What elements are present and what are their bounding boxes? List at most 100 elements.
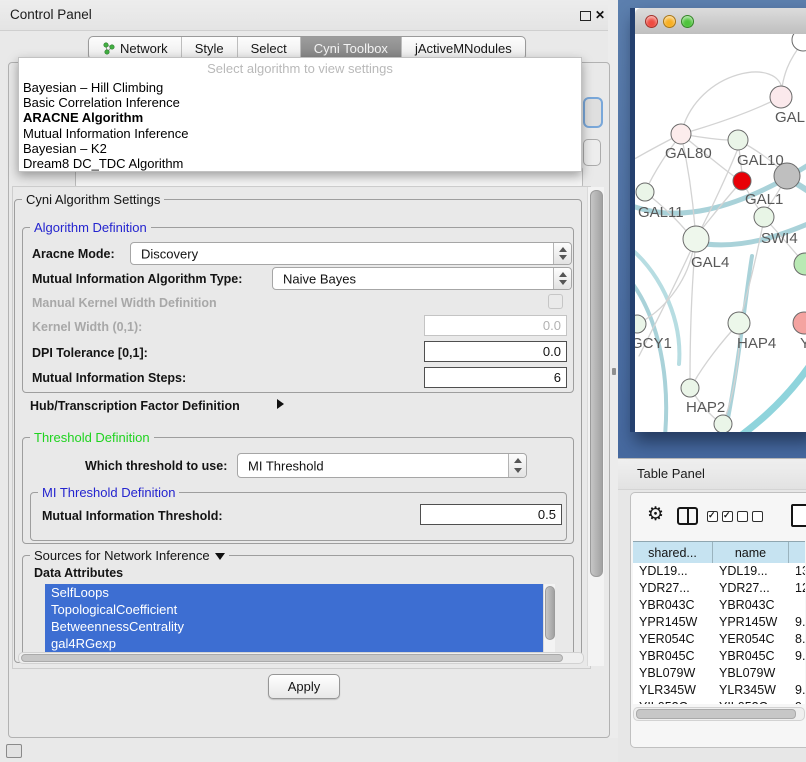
node-y[interactable] [793,312,806,334]
node-gal[interactable] [770,86,792,108]
node-label-gal11: GAL11 [638,204,684,221]
node-gal80[interactable] [671,124,691,144]
settings-vertical-scrollbar-thumb[interactable] [590,190,603,577]
manual-kernel-width-checkbox[interactable] [548,294,563,309]
node-gal4[interactable] [683,226,709,252]
network-node[interactable] [714,415,732,432]
column-header-a[interactable]: A [789,542,805,564]
which-threshold-value: MI Threshold [248,458,324,473]
attributes-list-scrollbar-thumb[interactable] [545,586,555,640]
stepper-arrows-icon[interactable] [553,268,571,289]
table-cell: YBR045C [633,648,713,665]
document-icon[interactable] [791,504,806,527]
select-all-checkboxes-icon[interactable] [707,511,737,529]
stepper-arrows-icon[interactable] [508,454,526,477]
column-header-shared[interactable]: shared... [633,542,713,564]
table-cell: YIL052C [633,699,713,704]
kernel-width-input[interactable] [424,315,567,336]
network-window-titlebar[interactable] [635,8,806,35]
float-window-icon[interactable] [580,11,591,21]
mi-algorithm-type-select[interactable]: Naive Bayes [272,267,572,290]
table-horizontal-scrollbar-thumb[interactable] [636,709,796,719]
node-label-gcy1: GCY1 [635,335,672,352]
zoom-traffic-light[interactable] [681,15,694,28]
table-cell: 13 [789,563,805,580]
close-traffic-light[interactable] [645,15,658,28]
splitter-handle-icon[interactable] [612,368,616,375]
tab-network[interactable]: Network [89,37,182,59]
settings-horizontal-scrollbar[interactable] [18,652,584,664]
table-row[interactable]: YDR27...YDR27...12 [633,580,805,597]
minimize-traffic-light[interactable] [663,15,676,28]
network-canvas-svg: GALGAL80GAL10GAL1GAL11SWI4GAL4GCY1HAP4YH… [635,34,806,432]
attribute-betweennesscentrality[interactable]: BetweennessCentrality [45,618,543,635]
table-cell: YBL079W [633,665,713,682]
table-row[interactable]: YER054CYER054C8. [633,631,805,648]
network-node[interactable] [794,253,806,275]
table-row[interactable]: YLR345WYLR345W9. [633,682,805,699]
node-gal10[interactable] [728,130,748,150]
network-view-window[interactable]: GALGAL80GAL10GAL1GAL11SWI4GAL4GCY1HAP4YH… [630,8,806,432]
table-row[interactable]: YDL19...YDL19...13 [633,563,805,580]
attributes-list-scrollbar[interactable] [543,584,555,656]
table-row[interactable]: YBL079WYBL079W [633,665,805,682]
node-gal1[interactable] [733,172,751,190]
algorithm-option-aracne-algorithm[interactable]: ARACNE Algorithm [23,110,577,125]
algorithm-option-mutual-information-inference[interactable]: Mutual Information Inference [23,126,577,141]
table-row[interactable]: YBR045CYBR045C9. [633,648,805,665]
data-attributes-list[interactable]: SelfLoopsTopologicalCoefficientBetweenne… [45,584,543,656]
attribute-selfloops[interactable]: SelfLoops [45,584,543,601]
sources-title: Sources for Network Inference [30,548,229,563]
node-hap2[interactable] [681,379,699,397]
close-panel-icon[interactable]: ✕ [595,8,605,22]
algorithm-option-basic-correlation-inference[interactable]: Basic Correlation Inference [23,95,577,110]
network-node[interactable] [792,34,806,51]
attribute-topologicalcoefficient[interactable]: TopologicalCoefficient [45,601,543,618]
node-swi4[interactable] [754,207,774,227]
table-cell: YDL19... [633,563,713,580]
table-row[interactable]: YBR043CYBR043C [633,597,805,614]
node-gal11[interactable] [636,183,654,201]
apply-button[interactable]: Apply [268,674,340,699]
mi-threshold-input[interactable] [420,504,562,525]
table-cell: YBR045C [713,648,789,665]
tab-jactivemnodules[interactable]: jActiveMNodules [402,37,525,59]
settings-horizontal-scrollbar-thumb[interactable] [21,654,563,662]
column-header-name[interactable]: name [713,542,789,564]
settings-vertical-scrollbar[interactable] [587,187,604,666]
algorithm-option-bayesian-k2[interactable]: Bayesian – K2 [23,141,577,156]
stepper-arrows-icon[interactable] [553,243,571,264]
table-row[interactable]: YIL052CYIL052C9 [633,699,805,704]
table-panel-titlebar[interactable]: Table Panel [618,458,806,490]
control-panel-titlebar[interactable]: Control Panel ✕ [0,0,612,31]
table-cell: YDL19... [713,563,789,580]
node-label-gal1: GAL1 [745,191,783,208]
which-threshold-select[interactable]: MI Threshold [237,453,527,478]
deselect-all-checkboxes-icon[interactable] [737,511,767,529]
data-attributes-label: Data Attributes [34,566,123,580]
collapse-arrow-icon[interactable] [215,553,225,560]
table-cell: 9. [789,682,805,699]
gear-icon[interactable]: ⚙ [647,505,664,524]
dpi-tolerance-input[interactable] [424,341,567,362]
algorithm-option-dream8-dc-tdc-algorithm[interactable]: Dream8 DC_TDC Algorithm [23,156,577,171]
mi-steps-input[interactable] [424,367,567,388]
tab-style[interactable]: Style [182,37,238,59]
tab-cyni-toolbox[interactable]: Cyni Toolbox [301,37,402,59]
table-horizontal-scrollbar[interactable] [633,707,805,721]
kernel-width-label: Kernel Width (0,1): [32,320,142,334]
attribute-gal4rgexp[interactable]: gal4RGexp [45,635,543,652]
collapsed-panel-icon[interactable] [6,744,22,758]
algorithm-option-bayesian-hill-climbing[interactable]: Bayesian – Hill Climbing [23,80,577,95]
mi-threshold-definition-title: MI Threshold Definition [38,485,179,500]
expand-arrow-icon[interactable] [277,399,284,409]
table-cell: YBR043C [713,597,789,614]
aracne-mode-select[interactable]: Discovery [130,242,572,265]
table-row[interactable]: YPR145WYPR145W9. [633,614,805,631]
table-cell [789,597,805,614]
node-hap4[interactable] [728,312,750,334]
node-gcy1[interactable] [635,315,646,333]
columns-icon[interactable] [677,507,698,525]
network-canvas[interactable]: GALGAL80GAL10GAL1GAL11SWI4GAL4GCY1HAP4YH… [635,34,806,432]
tab-select[interactable]: Select [238,37,301,59]
